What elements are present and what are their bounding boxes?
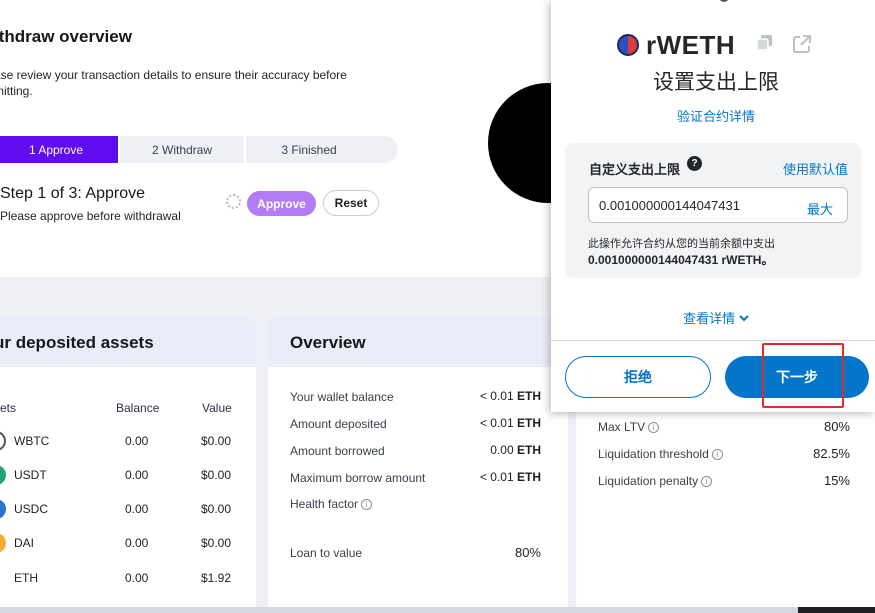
- loan-to-value-value: 80%: [514, 545, 541, 560]
- asset-balance: 0.00: [125, 434, 149, 448]
- taskbar-fragment: [798, 607, 875, 613]
- asset-symbol: USDC: [14, 502, 49, 516]
- info-icon[interactable]: i: [361, 499, 373, 510]
- spending-limit-panel: 自定义支出上限 ? 使用默认值 0.001000000144047431 最大 …: [565, 143, 861, 278]
- health-factor-label: Health factor i: [290, 497, 373, 511]
- asset-symbol: USDT: [14, 468, 47, 482]
- token-name: rWETH: [646, 29, 736, 60]
- amount-deposited-label: Amount deposited: [290, 417, 387, 431]
- approve-button[interactable]: Approve: [247, 191, 316, 216]
- overview-header: Overview: [268, 317, 568, 367]
- max-ltv-value: 80%: [823, 419, 850, 434]
- popup-divider: [551, 340, 875, 341]
- step-finished: 3 Finished: [281, 142, 337, 157]
- info-icon[interactable]: i: [711, 449, 723, 460]
- overview-card: Overview Your wallet balance < 0.01 ETH …: [268, 317, 568, 613]
- view-details-label: 查看详情: [683, 311, 736, 326]
- liquidation-penalty-value: 15%: [823, 473, 850, 488]
- reject-button[interactable]: 拒绝: [565, 356, 711, 398]
- copy-icon[interactable]: [756, 34, 774, 52]
- asset-balance: 0.00: [125, 536, 149, 550]
- asset-balance: 0.00: [125, 468, 149, 482]
- rweth-token-icon: [617, 34, 639, 56]
- highlight-annotation-box: [762, 343, 844, 408]
- amount-borrowed-label: Amount borrowed: [290, 444, 385, 458]
- column-header-balance: Balance: [116, 401, 160, 415]
- asset-row-usdt[interactable]: USDT 0.00 $0.00: [0, 465, 256, 485]
- dai-icon: [0, 533, 6, 553]
- amount-deposited-value: < 0.01 ETH: [479, 416, 541, 430]
- max-button[interactable]: 最大: [807, 199, 833, 218]
- wbtc-icon: [0, 431, 6, 451]
- overview-title: Overview: [290, 333, 366, 352]
- wallet-balance-value: < 0.01 ETH: [479, 389, 541, 403]
- asset-value: $0.00: [200, 468, 231, 482]
- asset-value: $0.00: [200, 502, 231, 516]
- liquidation-threshold-label: Liquidation threshold i: [598, 447, 723, 461]
- asset-balance: 0.00: [125, 571, 149, 585]
- deposited-assets-card: ur deposited assets sets Balance Value W…: [0, 317, 256, 613]
- column-header-asset: sets: [0, 401, 17, 415]
- step-withdraw: 2 Withdraw: [120, 136, 246, 163]
- custom-limit-label: 自定义支出上限: [589, 162, 681, 177]
- step-title: Step 1 of 3: Approve: [0, 185, 145, 202]
- info-icon[interactable]: i: [648, 422, 660, 433]
- asset-value: $0.00: [200, 434, 231, 448]
- asset-symbol: ETH: [14, 571, 38, 585]
- eth-icon: [0, 568, 6, 588]
- asset-row-wbtc[interactable]: WBTC 0.00 $0.00: [0, 431, 256, 451]
- popup-top-fragment: [719, 0, 729, 2]
- asset-value: $0.00: [200, 536, 231, 550]
- spending-limit-input[interactable]: 0.001000000144047431 最大: [588, 187, 848, 223]
- loading-spinner-icon: [226, 194, 241, 209]
- info-icon[interactable]: i: [701, 476, 713, 487]
- view-details-link[interactable]: 查看详情: [551, 308, 875, 327]
- reset-button[interactable]: Reset: [323, 190, 379, 216]
- external-link-icon[interactable]: [792, 34, 812, 54]
- asset-value: $1.92: [200, 571, 231, 585]
- asset-symbol: WBTC: [14, 434, 50, 448]
- asset-row-eth[interactable]: ETH 0.00 $1.92: [0, 568, 256, 588]
- usdt-icon: [0, 465, 6, 485]
- spending-limit-value: 0.001000000144047431: [599, 198, 740, 213]
- step-approve: 1 Approve: [0, 136, 120, 163]
- asset-row-dai[interactable]: DAI 0.00 $0.00: [0, 533, 256, 553]
- verify-contract-link[interactable]: 验证合约详情: [551, 106, 875, 125]
- liquidation-threshold-value: 82.5%: [813, 446, 850, 461]
- limit-note-line2: 0.001000000144047431 rWETH。: [588, 253, 774, 267]
- usdc-icon: [0, 499, 6, 519]
- wallet-balance-label: Your wallet balance: [290, 390, 394, 404]
- asset-row-usdc[interactable]: USDC 0.00 $0.00: [0, 499, 256, 519]
- loan-to-value-label: Loan to value: [290, 546, 363, 560]
- withdraw-stepper: 1 Approve 2 Withdraw 3 Finished: [0, 136, 398, 163]
- max-ltv-label: Max LTV i: [598, 420, 660, 434]
- column-header-value: Value: [202, 401, 232, 415]
- withdraw-overview-card: ithdraw overview ase review your transac…: [0, 0, 552, 277]
- asset-symbol: DAI: [14, 536, 35, 550]
- amount-borrowed-value: 0.00 ETH: [490, 443, 541, 457]
- bottom-scrollbar-track: [0, 607, 875, 613]
- popup-title: 设置支出上限: [653, 71, 779, 94]
- asset-balance: 0.00: [125, 502, 149, 516]
- withdraw-overview-title: ithdraw overview: [0, 27, 132, 46]
- question-icon[interactable]: ?: [687, 156, 702, 171]
- max-borrow-label: Maximum borrow amount: [290, 471, 426, 485]
- deposited-assets-header: ur deposited assets: [0, 317, 256, 367]
- withdraw-overview-description: ase review your transaction details to e…: [0, 68, 347, 98]
- max-borrow-value: < 0.01 ETH: [479, 470, 541, 484]
- token-header: rWETH: [617, 30, 735, 60]
- liquidation-penalty-label: Liquidation penalty i: [598, 474, 713, 488]
- deposited-assets-title: ur deposited assets: [0, 333, 154, 352]
- limit-note-line1: 此操作允许合约从您的当前余额中支出: [588, 238, 775, 250]
- use-default-link[interactable]: 使用默认值: [783, 159, 848, 178]
- step-subtitle: Please approve before withdrawal: [0, 209, 181, 223]
- chevron-down-icon: [739, 315, 749, 322]
